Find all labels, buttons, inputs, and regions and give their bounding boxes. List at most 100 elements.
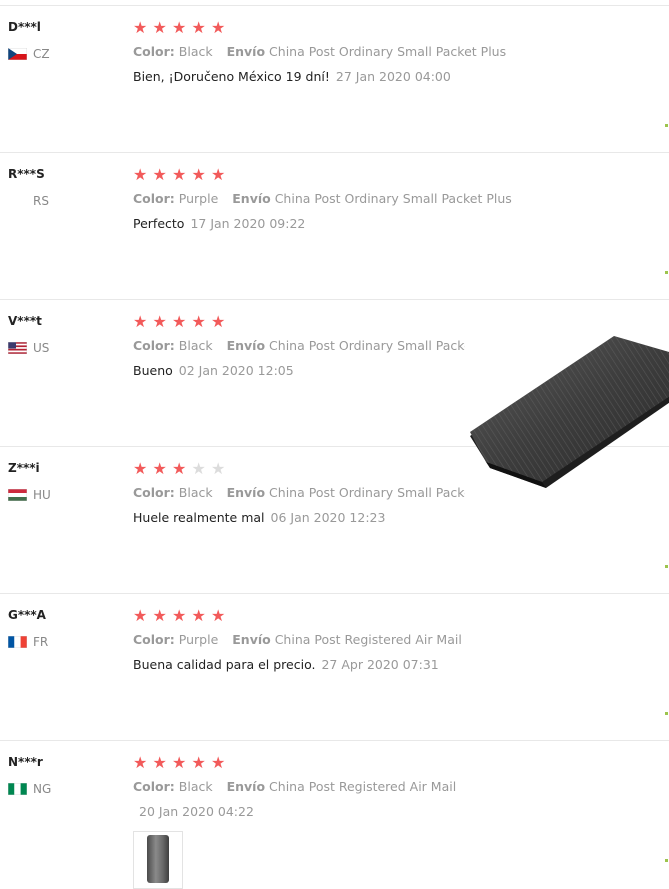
star-empty-icon: ★ — [211, 459, 226, 478]
shipping-label: Envío — [232, 632, 271, 647]
reviewer-country: RS — [8, 194, 49, 208]
country-code: RS — [33, 194, 49, 208]
star-filled-icon: ★ — [211, 18, 226, 37]
review-date: 17 Jan 2020 09:22 — [190, 216, 306, 231]
country-code: NG — [33, 782, 52, 796]
country-code: HU — [33, 488, 51, 502]
country-code: US — [33, 341, 50, 355]
star-filled-icon: ★ — [133, 165, 148, 184]
star-rating: ★ ★ ★ ★ ★ — [133, 461, 231, 477]
review-text: Bien, ¡Doručeno México 19 dní! 27 Jan 202… — [133, 69, 451, 84]
review-text: 20 Jan 2020 04:22 — [133, 804, 254, 819]
star-rating: ★ ★ ★ ★ ★ — [133, 755, 231, 771]
review-body: Bien, ¡Doručeno México 19 dní! — [133, 69, 330, 84]
shipping-value: China Post Ordinary Small Packet P — [269, 485, 465, 500]
review-body: Perfecto — [133, 216, 185, 231]
product-image-preview — [466, 318, 669, 508]
color-label: Color: — [133, 779, 175, 794]
color-value: Purple — [178, 191, 219, 206]
order-meta: Color: Purple Envío China Post Ordinary … — [133, 191, 512, 206]
star-filled-icon: ★ — [152, 165, 167, 184]
country-code: FR — [33, 635, 49, 649]
country-code: CZ — [33, 47, 50, 61]
reviewer-name: D***l — [8, 20, 41, 34]
star-rating: ★ ★ ★ ★ ★ — [133, 608, 231, 624]
star-filled-icon: ★ — [191, 18, 206, 37]
reviewer-name: V***t — [8, 314, 42, 328]
reviewer-name: Z***i — [8, 461, 40, 475]
star-filled-icon: ★ — [152, 312, 167, 331]
shipping-label: Envío — [226, 44, 266, 59]
star-filled-icon: ★ — [191, 753, 206, 772]
color-value: Black — [178, 779, 213, 794]
reviewer-country: HU — [7, 488, 51, 502]
order-meta: Color: Black Envío China Post Registered… — [133, 779, 456, 794]
review-item: R***S RS ★ ★ ★ ★ ★ Color: Purple Envío China… — [0, 153, 669, 300]
review-text: Huele realmente mal 06 Jan 2020 12:23 — [133, 510, 385, 525]
review-date: 27 Jan 2020 04:00 — [335, 69, 451, 84]
helpful-marker[interactable] — [665, 859, 668, 862]
star-filled-icon: ★ — [211, 753, 226, 772]
star-rating: ★ ★ ★ ★ ★ — [133, 167, 231, 183]
yoga-mat-photo — [147, 835, 169, 883]
review-body: Huele realmente mal — [133, 510, 265, 525]
star-filled-icon: ★ — [152, 459, 167, 478]
color-value: Black — [178, 485, 213, 500]
review-photo-thumbnail[interactable] — [133, 831, 183, 889]
color-label: Color: — [133, 632, 175, 647]
review-text: Bueno 02 Jan 2020 12:05 — [133, 363, 294, 378]
star-filled-icon: ★ — [133, 753, 148, 772]
color-label: Color: — [133, 191, 175, 206]
color-value: Black — [178, 44, 213, 59]
star-filled-icon: ★ — [211, 165, 226, 184]
helpful-marker[interactable] — [665, 124, 668, 127]
star-filled-icon: ★ — [172, 18, 187, 37]
shipping-label: Envío — [226, 338, 266, 353]
review-date: 27 Apr 2020 07:31 — [321, 657, 439, 672]
shipping-label: Envío — [226, 485, 266, 500]
shipping-value: China Post Registered Air Mail — [269, 779, 457, 794]
star-filled-icon: ★ — [133, 312, 148, 331]
star-filled-icon: ★ — [172, 459, 187, 478]
star-filled-icon: ★ — [191, 312, 206, 331]
reviewer-country: FR — [7, 635, 49, 649]
star-filled-icon: ★ — [172, 312, 187, 331]
review-date: 06 Jan 2020 12:23 — [270, 510, 386, 525]
reviewer-name: G***A — [8, 608, 46, 622]
yoga-mat-image — [470, 336, 669, 488]
star-rating: ★ ★ ★ ★ ★ — [133, 314, 231, 330]
fr-flag-icon — [7, 635, 28, 649]
color-value: Black — [178, 338, 213, 353]
review-date: 20 Jan 2020 04:22 — [139, 804, 254, 819]
color-value: Purple — [178, 632, 219, 647]
helpful-marker[interactable] — [665, 271, 668, 274]
star-rating: ★ ★ ★ ★ ★ — [133, 20, 231, 36]
reviewer-country: CZ — [7, 47, 50, 61]
cz-flag-icon — [7, 47, 28, 61]
color-label: Color: — [133, 485, 175, 500]
shipping-label: Envío — [226, 779, 266, 794]
shipping-label: Envío — [232, 191, 271, 206]
shipping-value: China Post Ordinary Small Packet P — [269, 338, 465, 353]
reviewer-name: N***r — [8, 755, 43, 769]
review-item: G***A FR ★ ★ ★ ★ ★ Color: Purple Envío China… — [0, 594, 669, 741]
helpful-marker[interactable] — [665, 565, 668, 568]
review-item: N***r NG ★ ★ ★ ★ ★ Color: Black Envío China … — [0, 741, 669, 889]
star-filled-icon: ★ — [152, 606, 167, 625]
order-meta: Color: Black Envío China Post Ordinary S… — [133, 338, 465, 353]
review-text: Buena calidad para el precio. 27 Apr 2020… — [133, 657, 439, 672]
us-flag-icon — [7, 341, 28, 355]
reviewer-name: R***S — [8, 167, 45, 181]
ng-flag-icon — [7, 782, 28, 796]
star-filled-icon: ★ — [172, 753, 187, 772]
helpful-marker[interactable] — [665, 712, 668, 715]
order-meta: Color: Black Envío China Post Ordinary S… — [133, 485, 465, 500]
review-text: Perfecto 17 Jan 2020 09:22 — [133, 216, 305, 231]
star-filled-icon: ★ — [133, 459, 148, 478]
star-filled-icon: ★ — [172, 606, 187, 625]
hu-flag-icon — [7, 488, 28, 502]
star-empty-icon: ★ — [191, 459, 206, 478]
color-label: Color: — [133, 44, 175, 59]
color-label: Color: — [133, 338, 175, 353]
star-filled-icon: ★ — [211, 312, 226, 331]
